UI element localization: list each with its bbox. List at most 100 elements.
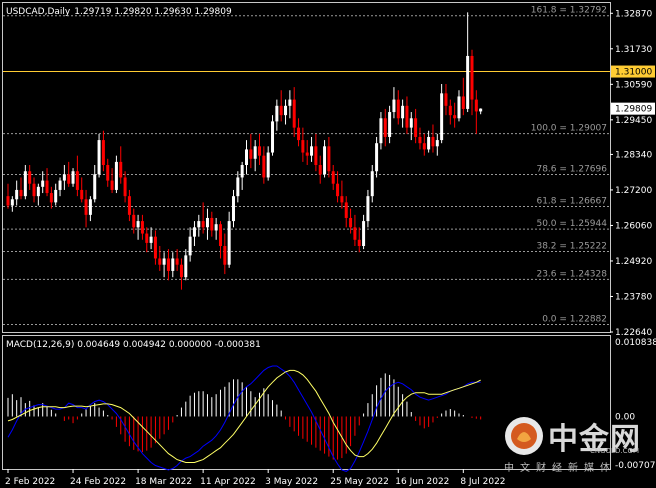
candle-body bbox=[245, 149, 248, 166]
level-price-label: 1.31000 bbox=[615, 68, 652, 78]
candle-body bbox=[240, 165, 244, 178]
price-tick-label: 1.30590 bbox=[615, 80, 652, 90]
candle-body bbox=[192, 227, 196, 237]
candle-body bbox=[15, 189, 19, 200]
candle-body bbox=[392, 99, 396, 113]
price-tick-label: 1.24920 bbox=[615, 257, 652, 267]
candle-body bbox=[344, 202, 348, 218]
candle-body bbox=[49, 193, 53, 203]
candle-body bbox=[414, 118, 418, 137]
price-tick-label: 1.32870 bbox=[615, 9, 652, 19]
candle-body bbox=[461, 96, 465, 109]
candle-body bbox=[396, 99, 400, 119]
candle-body bbox=[292, 99, 296, 128]
candle-body bbox=[205, 217, 209, 228]
candle-body bbox=[201, 221, 205, 228]
candle-body bbox=[106, 165, 110, 181]
candle-body bbox=[62, 174, 66, 181]
candle-body bbox=[101, 140, 105, 166]
candle-body bbox=[231, 196, 235, 222]
candle-body bbox=[301, 140, 305, 153]
candle-body bbox=[466, 55, 470, 109]
candle-body bbox=[310, 146, 314, 156]
date-tick-label: 24 Feb 2022 bbox=[70, 477, 126, 487]
candle-body bbox=[271, 121, 275, 153]
candle-body bbox=[236, 177, 240, 197]
candle-body bbox=[32, 183, 36, 197]
candle-body bbox=[127, 196, 131, 215]
candle-body bbox=[327, 146, 331, 172]
candle-body bbox=[218, 224, 222, 247]
candle-body bbox=[448, 105, 452, 116]
candle-body bbox=[297, 127, 301, 141]
candle-body bbox=[184, 255, 188, 278]
candle-body bbox=[279, 105, 283, 116]
candle-body bbox=[132, 214, 136, 228]
candle-body bbox=[6, 196, 10, 206]
candle-body bbox=[119, 161, 123, 178]
candle-body bbox=[166, 258, 170, 271]
candle-body bbox=[340, 196, 344, 203]
candle-body bbox=[75, 171, 79, 190]
price-tick-label: 1.26060 bbox=[615, 221, 652, 231]
candle-body bbox=[474, 99, 478, 112]
macd-tick-label: -0.007072 bbox=[615, 461, 656, 471]
candle-body bbox=[19, 189, 23, 197]
candle-body bbox=[54, 189, 58, 203]
fib-label: 0.0 = 1.22882 bbox=[542, 314, 607, 324]
candle-body bbox=[175, 258, 179, 265]
candle-body bbox=[140, 221, 144, 234]
candle-body bbox=[258, 146, 262, 156]
candle-body bbox=[110, 180, 114, 190]
candle-body bbox=[145, 233, 149, 243]
candle-body bbox=[80, 189, 84, 200]
candle-body bbox=[41, 180, 45, 187]
candle-body bbox=[470, 55, 474, 100]
candle-body bbox=[262, 155, 266, 178]
candle-body bbox=[227, 221, 231, 265]
candle-body bbox=[305, 152, 309, 156]
candle-body bbox=[418, 136, 422, 144]
candle-body bbox=[435, 140, 439, 147]
candle-body bbox=[388, 112, 392, 137]
candle-body bbox=[223, 246, 227, 265]
date-tick-label: 2 Feb 2022 bbox=[5, 477, 55, 487]
date-tick-label: 16 Jun 2022 bbox=[395, 477, 449, 487]
candle-body bbox=[266, 152, 270, 178]
watermark-url: CNGOLD.COM bbox=[590, 447, 640, 455]
candle-body bbox=[323, 146, 327, 175]
watermark-sub: 中文财经新媒体 bbox=[504, 463, 616, 474]
candle-body bbox=[249, 149, 253, 159]
candle-body bbox=[88, 199, 92, 215]
candle-body bbox=[162, 258, 166, 265]
date-tick-label: 11 Apr 2022 bbox=[200, 477, 256, 487]
date-tick-label: 3 May 2022 bbox=[265, 477, 318, 487]
candle-body bbox=[314, 146, 318, 166]
candle-body bbox=[45, 180, 49, 194]
candle-body bbox=[84, 199, 88, 215]
candle-body bbox=[123, 177, 127, 197]
date-tick-label: 25 May 2022 bbox=[330, 477, 389, 487]
candle-body bbox=[479, 108, 483, 112]
price-tick-label: 1.28340 bbox=[615, 150, 652, 160]
macd-label: MACD(12,26,9) 0.004649 0.004942 0.000000… bbox=[6, 340, 261, 350]
price-tick-label: 1.29450 bbox=[615, 116, 652, 126]
candle-body bbox=[114, 161, 118, 190]
candle-body bbox=[284, 105, 288, 116]
candle-body bbox=[149, 236, 153, 243]
candle-body bbox=[318, 165, 322, 175]
candle-body bbox=[370, 171, 374, 197]
candle-body bbox=[401, 105, 405, 119]
candle-body bbox=[331, 171, 335, 184]
candle-body bbox=[158, 258, 162, 265]
candle-body bbox=[253, 146, 257, 159]
candle-body bbox=[28, 171, 32, 184]
candle-body bbox=[453, 115, 457, 119]
candle-body bbox=[93, 174, 97, 200]
candle-body bbox=[440, 93, 444, 141]
candle-body bbox=[288, 99, 292, 106]
candle-body bbox=[58, 180, 62, 190]
price-tick-label: 1.23780 bbox=[615, 292, 652, 302]
fib-label: 161.8 = 1.32792 bbox=[531, 6, 607, 16]
candle-body bbox=[67, 174, 71, 184]
